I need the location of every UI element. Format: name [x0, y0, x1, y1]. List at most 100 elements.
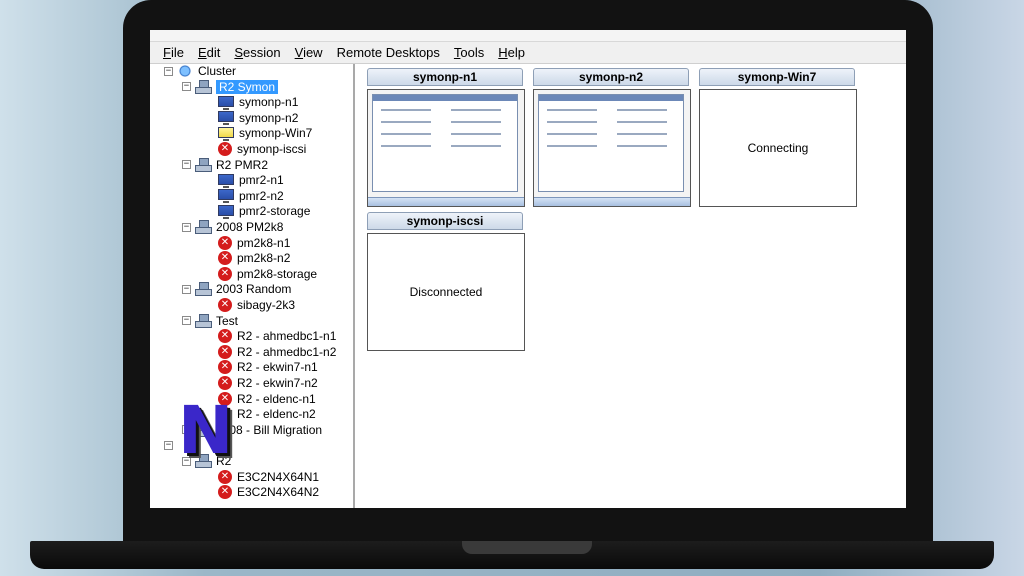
tree-group[interactable]: − Test	[182, 313, 238, 329]
tree-label: Cluster	[198, 64, 237, 78]
tree-label: pm2k8-n2	[237, 251, 291, 266]
laptop-notch	[462, 541, 592, 554]
group-icon	[195, 220, 212, 234]
remote-desktop-tile[interactable]	[533, 89, 691, 207]
menu-bar: File Edit Session View Remote Desktops Tools H…	[150, 42, 906, 64]
tree-item[interactable]: ✕ pm2k8-n2	[218, 250, 290, 266]
error-icon: ✕	[218, 251, 232, 266]
tile-title[interactable]: symonp-Win7	[699, 68, 855, 86]
title-bar	[150, 30, 906, 42]
collapse-toggle-icon[interactable]: −	[164, 440, 173, 450]
error-icon: ✕	[218, 485, 232, 500]
remote-desktop-tile[interactable]: Disconnected	[367, 233, 525, 351]
tree-label: 2008 PM2k8	[216, 220, 284, 234]
collapse-toggle-icon[interactable]: −	[182, 316, 191, 326]
tree-group[interactable]: − 2003 Random	[182, 281, 291, 297]
tree-item[interactable]: pmr2-n1	[218, 172, 284, 188]
error-icon: ✕	[218, 298, 232, 312]
error-icon: ✕	[218, 360, 232, 375]
collapse-toggle-icon[interactable]: −	[182, 82, 191, 92]
remote-desktop-tile[interactable]: Connecting	[699, 89, 857, 207]
group-icon	[195, 157, 212, 172]
tile-status: Disconnected	[409, 285, 483, 299]
group-icon	[195, 313, 212, 328]
app-window: File Edit Session View Remote Desktops Tools H…	[150, 30, 906, 508]
tree-item[interactable]: ✕ E3C2N4X64N1	[218, 469, 319, 485]
error-icon: ✕	[218, 376, 232, 390]
tree-label: pmr2-n2	[239, 188, 284, 203]
error-icon: ✕	[218, 344, 232, 359]
tree-item[interactable]: ✕ E3C2N4X64N2	[218, 484, 319, 500]
monitor-icon	[218, 95, 234, 110]
tree-item[interactable]: ✕ pm2k8-n1	[218, 235, 290, 251]
tree-item[interactable]: ✕ sibagy-2k3	[218, 297, 295, 313]
error-icon: ✕	[218, 235, 232, 250]
tree-group[interactable]: − R2 Symon	[182, 79, 279, 95]
menu-remote-desktops[interactable]: Remote Desktops	[337, 45, 446, 60]
tree-label: E3C2N4X64N2	[237, 485, 320, 500]
tree-item[interactable]: pmr2-n2	[218, 188, 284, 204]
menu-view[interactable]: View	[295, 45, 329, 60]
monitor-icon	[218, 111, 234, 126]
error-icon: ✕	[218, 329, 232, 344]
tile-title[interactable]: symonp-n1	[367, 68, 523, 86]
desktop-thumbnail	[534, 90, 690, 206]
remote-desktop-tile[interactable]	[367, 89, 525, 207]
cluster-icon	[177, 64, 193, 78]
monitor-icon	[218, 204, 234, 219]
tree-item[interactable]: ✕ R2 - ekwin7-n1	[218, 359, 318, 375]
menu-help[interactable]: Help	[498, 45, 531, 60]
tree-item[interactable]: symonp-n1	[218, 94, 298, 110]
group-icon	[195, 282, 212, 297]
collapse-toggle-icon[interactable]: −	[164, 66, 173, 76]
tree-label: pm2k8-n1	[237, 235, 291, 250]
tree-label: R2 - eldenc-n2	[237, 407, 316, 422]
tree-label: E3C2N4X64N1	[237, 469, 320, 484]
tile-status: Connecting	[747, 141, 809, 155]
tree-label: Test	[216, 313, 239, 328]
tree-item[interactable]: ✕ symonp-iscsi	[218, 141, 306, 157]
tree-collapsed-row[interactable]: −	[164, 437, 177, 453]
tile-title[interactable]: symonp-n2	[533, 68, 689, 86]
tree-label: R2 - eldenc-n1	[237, 391, 316, 406]
collapse-toggle-icon[interactable]: −	[182, 160, 191, 170]
error-icon: ✕	[218, 266, 232, 281]
collapse-toggle-icon[interactable]: −	[182, 284, 191, 294]
tree-label: pmr2-storage	[239, 204, 311, 219]
tree-label: symonp-n2	[239, 110, 299, 125]
tree-item[interactable]: ✕ R2 - ahmedbc1-n1	[218, 328, 336, 344]
menu-file[interactable]: File	[163, 45, 190, 60]
tree-label: symonp-iscsi	[237, 142, 307, 156]
tree-label: R2 - ahmedbc1-n1	[237, 329, 337, 344]
collapse-toggle-icon[interactable]: −	[182, 222, 191, 232]
tree-group[interactable]: − 2008 PM2k8	[182, 219, 283, 235]
tree-item[interactable]: pmr2-storage	[218, 203, 310, 219]
desktop-thumbnail	[368, 90, 524, 206]
tree-group[interactable]: − R2 PMR2	[182, 157, 268, 173]
tree-label: R2 - ekwin7-n2	[237, 376, 318, 390]
menu-edit[interactable]: Edit	[198, 45, 226, 60]
menu-session[interactable]: Session	[234, 45, 286, 60]
tree-item[interactable]: ✕ R2 - ahmedbc1-n2	[218, 344, 336, 360]
tree-item[interactable]: ✕ pm2k8-storage	[218, 266, 317, 282]
main-area: − Cluster − R2 Symon symonp-n1 symonp-n2 symon…	[150, 64, 906, 508]
tree-label: pm2k8-storage	[237, 266, 318, 281]
tree-label: sibagy-2k3	[237, 298, 296, 312]
tree-label: R2 Symon	[216, 79, 279, 94]
tree-item[interactable]: ✕ R2 - ekwin7-n2	[218, 375, 318, 391]
monitor-icon	[218, 173, 234, 188]
tree-item[interactable]: symonp-Win7	[218, 125, 312, 141]
tree-label: R2 - ekwin7-n1	[237, 360, 318, 375]
tree-label: R2 PMR2	[216, 157, 269, 172]
monitor-yellow-icon	[218, 126, 234, 141]
tree-item[interactable]: symonp-n2	[218, 110, 298, 126]
monitor-icon	[218, 189, 234, 204]
error-icon: ✕	[218, 142, 232, 156]
tile-title[interactable]: symonp-iscsi	[367, 212, 523, 230]
overlay-badge: N	[178, 392, 234, 469]
tree-label: pmr2-n1	[239, 173, 284, 188]
menu-tools[interactable]: Tools	[454, 45, 490, 60]
tree-root-cluster[interactable]: − Cluster	[164, 64, 236, 79]
tree-label: symonp-n1	[239, 95, 299, 110]
group-icon	[195, 79, 212, 94]
